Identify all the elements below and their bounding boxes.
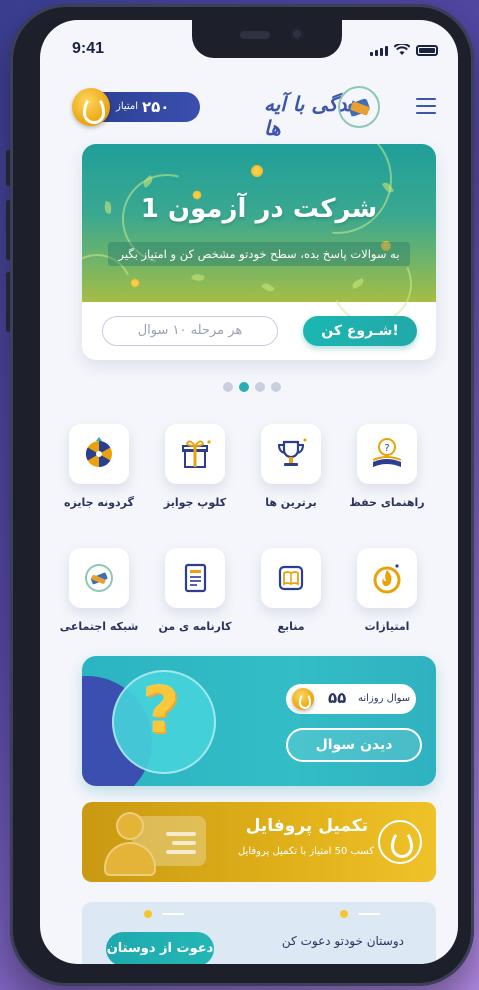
carousel-dot[interactable] [271, 382, 281, 392]
carousel-dot[interactable] [223, 382, 233, 392]
score-badge[interactable]: امتیاز ۲۵۰ [72, 88, 200, 126]
tile-label: شبکه اجتماعی [59, 620, 139, 633]
notch [192, 20, 342, 58]
phone-frame: 9:41 امتیاز ۲۵۰ زندگی با آیه ها شرکت در … [10, 4, 474, 986]
score-value: ۲۵۰ [142, 98, 170, 116]
app-header: امتیاز ۲۵۰ زندگی با آیه ها [40, 84, 458, 140]
quiz-card: شرکت در آزمون 1 به سوالات پاسخ بده، سطح … [82, 144, 436, 360]
tile-label: کلوپ جوایز [163, 496, 227, 509]
battery-icon [416, 45, 438, 56]
tile-label: کارنامه ی من [158, 620, 232, 633]
flower-icon [250, 164, 264, 178]
tile-label: راهنمای حفظ [349, 496, 425, 509]
flower-icon [130, 278, 140, 288]
tile-label: برترین ها [265, 496, 317, 509]
tile-memorization-guide[interactable]: ? راهنمای حفظ [340, 424, 434, 509]
gift-icon [165, 424, 225, 484]
tile-points[interactable]: امتیازات [340, 548, 434, 633]
daily-question-badge: ۵۵ سوال روزانه [286, 684, 416, 714]
start-quiz-button[interactable]: شـروع کن! [303, 316, 417, 346]
trophy-icon [261, 424, 321, 484]
tile-resources[interactable]: منابع [244, 548, 338, 633]
app-logo: زندگی با آیه ها [264, 84, 384, 140]
book-icon [261, 548, 321, 608]
report-card-icon [165, 548, 225, 608]
tile-label: گردونه جایزه [64, 496, 134, 509]
carousel-dot-active[interactable] [239, 382, 249, 392]
quiz-title: شرکت در آزمون 1 [140, 194, 378, 224]
points-flame-icon [357, 548, 417, 608]
social-network-icon [69, 548, 129, 608]
wifi-icon [394, 44, 410, 55]
points-coin-icon [72, 88, 110, 126]
tile-label: منابع [277, 620, 305, 633]
tile-prize-wheel[interactable]: گردونه جایزه [52, 424, 146, 509]
tile-social-network[interactable]: شبکه اجتماعی [52, 548, 146, 633]
study-guide-icon: ? [357, 424, 417, 484]
prize-wheel-icon [69, 424, 129, 484]
carousel-dots [223, 382, 281, 392]
quiz-banner: شرکت در آزمون 1 به سوالات پاسخ بده، سطح … [82, 144, 436, 336]
invite-text: دوستان خودتو دعوت کن [281, 934, 404, 948]
tile-label: امتیازات [364, 620, 410, 633]
profile-title: تکمیل پروفایل [245, 816, 368, 836]
question-mark-icon: ? [142, 674, 180, 748]
carousel-dot[interactable] [255, 382, 265, 392]
tile-my-report-card[interactable]: کارنامه ی من [148, 548, 242, 633]
svg-text:?: ? [384, 443, 389, 454]
questions-per-stage: هر مرحله ۱۰ سوال [102, 316, 278, 346]
app-screen: 9:41 امتیاز ۲۵۰ زندگی با آیه ها شرکت در … [40, 20, 458, 964]
complete-profile-card[interactable]: تکمیل پروفایل کسب 50 امتیاز با تکمیل پرو… [82, 802, 436, 882]
invite-friends-card: دوستان خودتو دعوت کن دعوت از دوستان [82, 902, 436, 964]
tile-prize-club[interactable]: کلوپ جوایز [148, 424, 242, 509]
points-coin-icon [292, 688, 314, 710]
menu-icon[interactable] [416, 98, 436, 114]
view-question-button[interactable]: دیدن سوال [286, 728, 422, 762]
signal-icon [370, 46, 388, 56]
daily-question-label: سوال روزانه [358, 693, 411, 704]
score-label: امتیاز [116, 101, 139, 112]
daily-question-count: ۵۵ [328, 689, 347, 707]
logo-emblem-icon [338, 86, 380, 128]
profile-subtitle: کسب 50 امتیاز با تکمیل پروفایل [237, 846, 374, 857]
daily-question-card: ? ۵۵ سوال روزانه دیدن سوال [82, 656, 436, 786]
user-avatar-icon [104, 808, 156, 878]
clock: 9:41 [72, 40, 105, 57]
invite-friends-button[interactable]: دعوت از دوستان [106, 932, 214, 964]
quiz-subtitle: به سوالات پاسخ بده، سطح خودتو مشخص کن و … [108, 242, 410, 266]
points-flame-icon [378, 820, 422, 864]
tile-top-players[interactable]: برترین ها [244, 424, 338, 509]
